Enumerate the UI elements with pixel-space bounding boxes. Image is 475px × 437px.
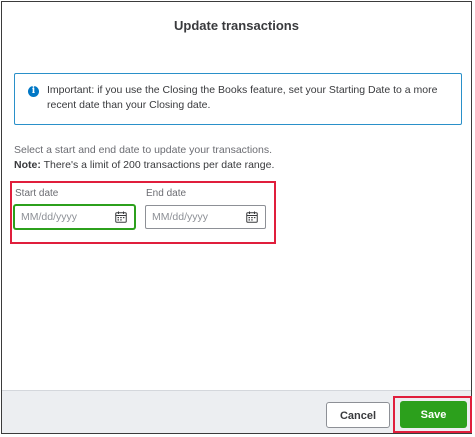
start-date-input[interactable]: MM/dd/yyyy (14, 205, 135, 229)
start-date-placeholder: MM/dd/yyyy (21, 211, 78, 223)
calendar-icon[interactable] (246, 211, 258, 223)
instructions-note: Note: There's a limit of 200 transaction… (14, 158, 454, 173)
info-icon: i (28, 86, 39, 97)
end-date-placeholder: MM/dd/yyyy (152, 211, 209, 223)
start-date-label: Start date (15, 188, 59, 199)
update-transactions-dialog: Update transactions i Important: if you … (1, 1, 472, 434)
calendar-icon[interactable] (115, 211, 127, 223)
info-banner: i Important: if you use the Closing the … (14, 73, 462, 125)
note-label: Note: (14, 159, 41, 171)
dialog-footer: Cancel Save (2, 390, 472, 433)
info-text: Important: if you use the Closing the Bo… (47, 84, 438, 111)
instructions-line: Select a start and end date to update yo… (14, 144, 272, 156)
end-date-label: End date (146, 188, 187, 199)
save-button[interactable]: Save (400, 401, 467, 428)
note-text: There's a limit of 200 transactions per … (40, 159, 275, 171)
instructions: Select a start and end date to update yo… (14, 143, 454, 173)
dialog-title: Update transactions (174, 18, 299, 33)
end-date-input[interactable]: MM/dd/yyyy (145, 205, 266, 229)
cancel-button[interactable]: Cancel (326, 402, 390, 428)
